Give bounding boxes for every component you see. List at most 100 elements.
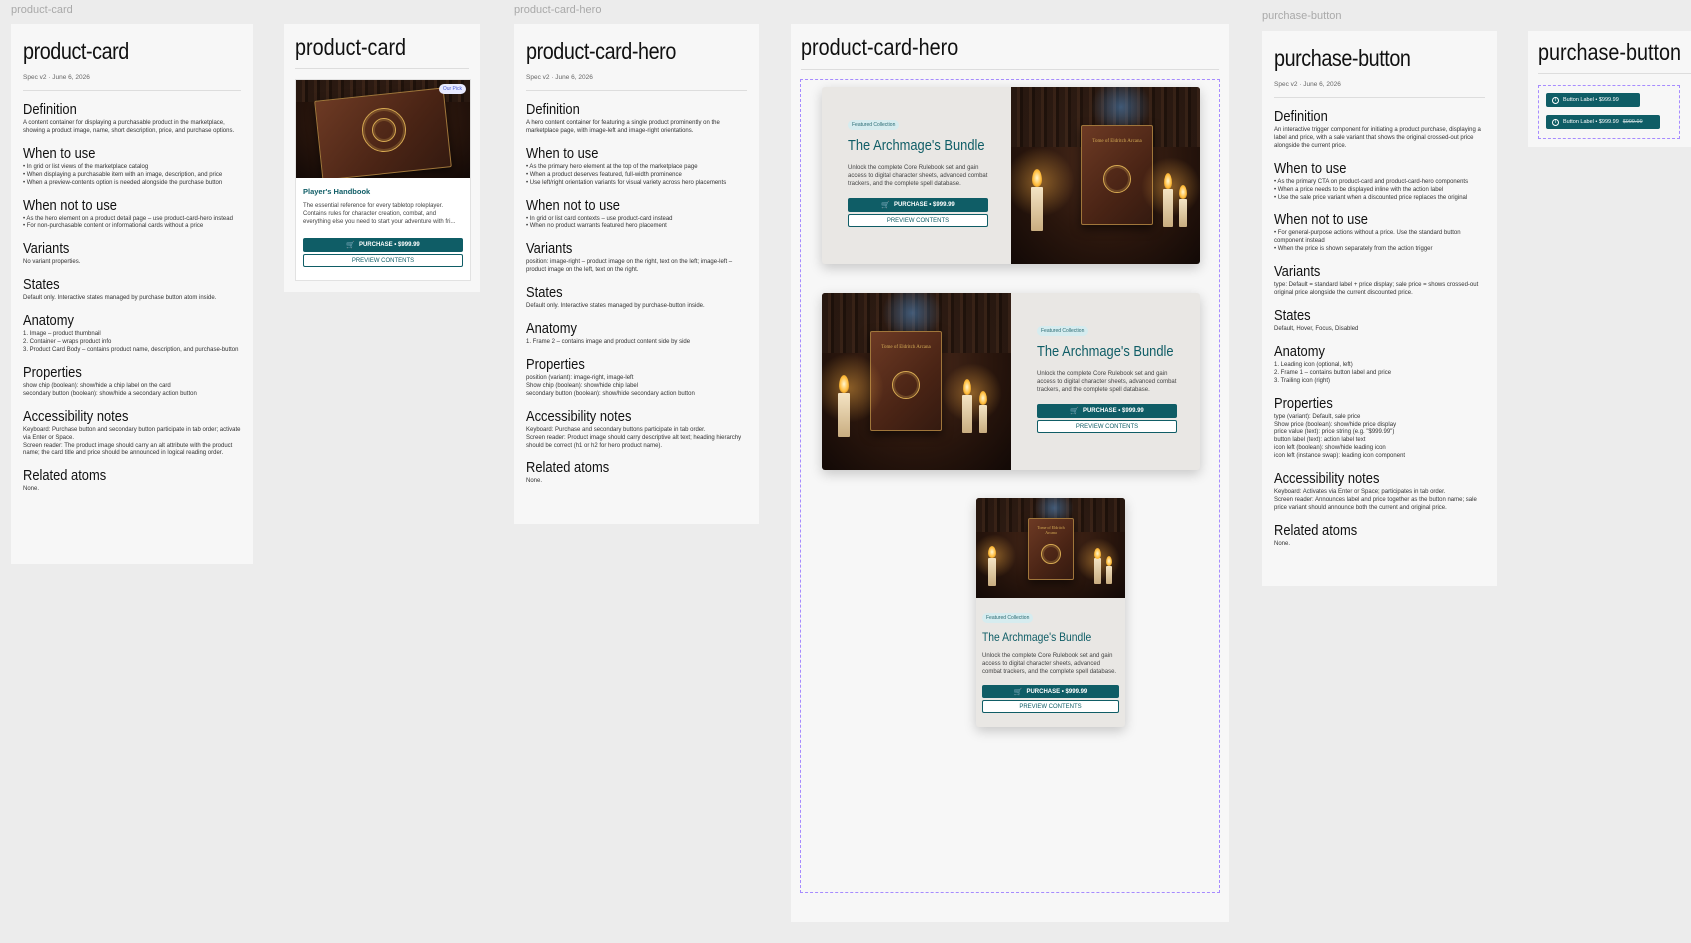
section-text: • As the primary CTA on product-card and… [1274, 178, 1469, 201]
hero-product-name: The Archmage's Bundle [1037, 343, 1174, 360]
hero-product-description: Unlock the complete Core Rulebook set an… [982, 653, 1117, 676]
flame [979, 391, 987, 405]
section-heading: Variants [1274, 263, 1321, 281]
purchase-label: PURCHASE • $999.99 [358, 242, 420, 249]
section-heading: When not to use [23, 196, 117, 214]
hero-image: Tome of Eldritch Arcana [822, 293, 1011, 470]
section-text: 1. Frame 2 – contains image and product … [526, 339, 691, 346]
variant-set: Featured Collection The Archmage's Bundl… [800, 79, 1220, 893]
hero-image: Tome of Eldritch Arcana [1011, 87, 1200, 264]
purchase-button-sale[interactable]: i Button Label • $999.99 $999.99 [1546, 115, 1660, 129]
emblem-graphic [372, 118, 396, 142]
candle [1094, 558, 1101, 584]
demo-panel-purchase-button: purchase-button i Button Label • $999.99… [1528, 31, 1691, 147]
section-heading: States [23, 276, 60, 294]
purchase-button[interactable]: 🛒 PURCHASE • $999.99 [848, 198, 988, 213]
book-title-text: Tome of Eldritch Arcana [1092, 139, 1142, 144]
section-text: 1. Leading icon (optional, left) 2. Fram… [1274, 361, 1392, 384]
candle [962, 395, 972, 433]
hero-card-image-left[interactable]: Tome of Eldritch Arcana Featured Collect… [822, 293, 1200, 470]
section-text: Default only. Interactive states managed… [526, 303, 705, 310]
purchase-label: PURCHASE • $999.99 [1082, 408, 1144, 415]
section-heading: When not to use [1274, 211, 1368, 229]
emblem-graphic [1041, 544, 1061, 564]
flame [963, 379, 971, 395]
purchase-button[interactable]: 🛒 PURCHASE • $999.99 [303, 238, 463, 253]
purchase-button-default[interactable]: i Button Label • $999.99 [1546, 93, 1640, 107]
section-text: Keyboard: Activates via Enter or Space; … [1274, 489, 1477, 511]
candle [1106, 566, 1112, 584]
section-heading: Variants [23, 240, 70, 258]
demo-title: product-card-hero [801, 34, 959, 60]
chip: Featured Collection [848, 120, 900, 130]
section-text: • In grid or list views of the marketpla… [23, 163, 223, 186]
frame-label-product-card-hero[interactable]: product-card-hero [514, 4, 601, 16]
product-description: The essential reference for every tablet… [303, 203, 456, 226]
preview-contents-button[interactable]: PREVIEW CONTENTS [982, 700, 1119, 714]
frame-label-purchase-button[interactable]: purchase-button [1262, 10, 1342, 22]
doc-panel-product-card: product-card Spec v2 · June 6, 2026 Defi… [11, 24, 253, 564]
variant-set: i Button Label • $999.99 i Button Label … [1538, 85, 1680, 139]
product-card[interactable]: Our Pick Player's Handbook The essential… [295, 79, 471, 281]
section-heading: Properties [526, 355, 585, 373]
purchase-button[interactable]: 🛒 PURCHASE • $999.99 [1037, 404, 1177, 419]
divider [801, 69, 1219, 70]
section-text: No variant properties. [23, 259, 81, 266]
cart-icon: 🛒 [1070, 408, 1079, 416]
chip: Featured Collection [1037, 326, 1089, 336]
cart-icon: 🛒 [1013, 688, 1023, 696]
section-heading: Related atoms [1274, 521, 1358, 539]
hero-card-compact[interactable]: Tome of Eldritch Arcana Featured Collect… [976, 498, 1125, 727]
hero-card-image-right[interactable]: Featured Collection The Archmage's Bundl… [822, 87, 1200, 264]
hero-product-description: Unlock the complete Core Rulebook set an… [848, 165, 988, 188]
section-heading: Accessibility notes [23, 407, 129, 425]
button-label: Button Label • $999.99 [1563, 97, 1619, 103]
flame [1164, 173, 1172, 189]
section-text: show chip (boolean): show/hide a chip la… [23, 382, 197, 397]
section-heading: Related atoms [23, 467, 107, 485]
chip: Our Pick [438, 84, 466, 94]
section-text: • As the hero element on a product detai… [23, 215, 233, 230]
demo-title: product-card [295, 34, 407, 60]
section-text: Default, Hover, Focus, Disabled [1274, 325, 1359, 332]
section-text: None. [23, 486, 40, 493]
hero-product-name: The Archmage's Bundle [848, 137, 985, 154]
doc-meta: Spec v2 · June 6, 2026 [23, 74, 241, 91]
flame [839, 375, 849, 393]
purchase-button[interactable]: 🛒 PURCHASE • $999.99 [982, 685, 1119, 699]
section-text: Keyboard: Purchase button and secondary … [23, 426, 241, 457]
cart-icon: 🛒 [881, 202, 890, 210]
section-heading: Related atoms [526, 459, 610, 477]
info-icon: i [1552, 96, 1559, 104]
doc-title: purchase-button [1274, 45, 1411, 71]
doc-meta: Spec v2 · June 6, 2026 [1274, 81, 1485, 98]
section-text: A content container for displaying a pur… [23, 120, 235, 134]
doc-title: product-card [23, 38, 129, 64]
doc-meta: Spec v2 · June 6, 2026 [526, 74, 747, 91]
frame-label-product-card[interactable]: product-card [11, 4, 73, 16]
section-heading: States [1274, 306, 1311, 324]
flame [1032, 169, 1042, 187]
candle [1179, 199, 1187, 227]
section-heading: Accessibility notes [526, 407, 632, 425]
flame [1106, 556, 1112, 566]
section-text: type: Default = standard label + price d… [1274, 282, 1479, 297]
section-heading: Anatomy [1274, 342, 1325, 360]
hero-product-name: The Archmage's Bundle [982, 630, 1092, 644]
section-text: • In grid or list card contexts – use pr… [526, 215, 673, 230]
section-text: • For general-purpose actions without a … [1274, 230, 1461, 253]
section-text: type (variant): Default, sale price Show… [1274, 413, 1406, 460]
chip: Featured Collection [982, 613, 1034, 623]
preview-contents-button[interactable]: PREVIEW CONTENTS [848, 214, 988, 228]
hero-image: Tome of Eldritch Arcana [976, 498, 1125, 598]
candle [1031, 187, 1043, 231]
candle [979, 405, 987, 433]
section-heading: Definition [23, 101, 77, 118]
original-price: $999.99 [1622, 119, 1643, 125]
preview-contents-button[interactable]: PREVIEW CONTENTS [1037, 420, 1177, 434]
divider [295, 68, 469, 69]
info-icon: i [1552, 118, 1559, 126]
doc-title: product-card-hero [526, 38, 676, 64]
preview-contents-button[interactable]: PREVIEW CONTENTS [303, 254, 463, 268]
section-text: None. [526, 478, 543, 485]
